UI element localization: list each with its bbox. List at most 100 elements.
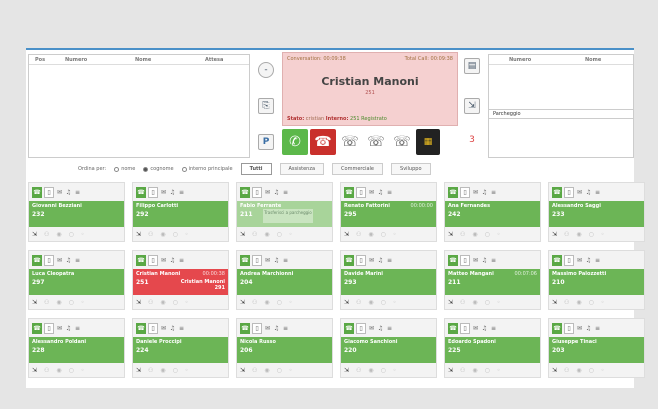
eye-icon[interactable]: ◉: [472, 231, 477, 238]
chat-icon[interactable]: ✉: [56, 255, 63, 266]
info-icon[interactable]: ◦: [289, 367, 293, 374]
chat-bubble-icon[interactable]: ○: [589, 299, 594, 306]
menu-icon[interactable]: ≡: [594, 187, 601, 198]
user-icon[interactable]: ⚇: [356, 231, 361, 238]
info-icon[interactable]: ◦: [393, 299, 397, 306]
redirect-button[interactable]: ⇲: [464, 98, 480, 114]
order-cognome[interactable]: cognome: [143, 166, 174, 172]
transfer-card-icon[interactable]: ⇲: [32, 367, 37, 374]
eye-icon[interactable]: ◉: [56, 367, 61, 374]
headset-icon[interactable]: ♫: [65, 323, 72, 334]
user-icon[interactable]: ⚇: [148, 231, 153, 238]
answer-icon[interactable]: ✆: [282, 129, 308, 155]
extension-card[interactable]: ☎ ▯ ✉ ♫ ≡ Ana Fernandes 242 ⇲ ⚇ ◉ ○ ◦: [444, 182, 541, 242]
extension-card[interactable]: ☎ ▯ ✉ ♫ ≡ Fabio Ferrante 211 Trasferisci…: [236, 182, 333, 242]
tab-sviluppo[interactable]: Sviluppo: [391, 163, 431, 175]
eye-icon[interactable]: ◉: [576, 367, 581, 374]
transfer-card-icon[interactable]: ⇲: [552, 231, 557, 238]
user-icon[interactable]: ⚇: [564, 367, 569, 374]
transfer-card-icon[interactable]: ⇲: [240, 231, 245, 238]
menu-icon[interactable]: ≡: [386, 187, 393, 198]
info-icon[interactable]: ◦: [393, 231, 397, 238]
chat-icon[interactable]: ✉: [368, 323, 375, 334]
chat-icon[interactable]: ✉: [160, 323, 167, 334]
extension-card[interactable]: ☎ ▯ ✉ ♫ ≡ Giacomo Sanchioni 220 ⇲ ⚇ ◉ ○ …: [340, 318, 437, 378]
menu-icon[interactable]: ≡: [386, 323, 393, 334]
transfer-card-icon[interactable]: ⇲: [136, 367, 141, 374]
headset-icon[interactable]: ♫: [273, 323, 280, 334]
extension-card[interactable]: ☎ ▯ ✉ ♫ ≡ Filippo Carlotti 292 ⇲ ⚇ ◉ ○ ◦: [132, 182, 229, 242]
menu-icon[interactable]: ≡: [386, 255, 393, 266]
chat-icon[interactable]: ✉: [576, 187, 583, 198]
info-icon[interactable]: ◦: [601, 231, 605, 238]
eye-icon[interactable]: ◉: [472, 367, 477, 374]
conference-icon[interactable]: ☏: [364, 129, 388, 155]
chat-bubble-icon[interactable]: ○: [485, 299, 490, 306]
extension-card[interactable]: ☎ ▯ ✉ ♫ ≡ Renato Fattorini 295 00:00:00 …: [340, 182, 437, 242]
info-icon[interactable]: ◦: [81, 231, 85, 238]
extension-card[interactable]: ☎ ▯ ✉ ♫ ≡ Massimo Palozzetti 210 ⇲ ⚇ ◉ ○…: [548, 250, 645, 310]
user-icon[interactable]: ⚇: [252, 367, 257, 374]
info-icon[interactable]: ◦: [185, 231, 189, 238]
extension-card[interactable]: ☎ ▯ ✉ ♫ ≡ Daniele Proccipi 224 ⇲ ⚇ ◉ ○ ◦: [132, 318, 229, 378]
tab-tutti[interactable]: Tutti: [240, 163, 272, 175]
chat-icon[interactable]: ✉: [368, 187, 375, 198]
user-icon[interactable]: ⚇: [44, 299, 49, 306]
user-icon[interactable]: ⚇: [356, 299, 361, 306]
transfer-card-icon[interactable]: ⇲: [344, 367, 349, 374]
extension-card[interactable]: ☎ ▯ ✉ ♫ ≡ Andrea Marchionni 204 ⇲ ⚇ ◉ ○ …: [236, 250, 333, 310]
eye-icon[interactable]: ◉: [160, 231, 165, 238]
eye-icon[interactable]: ◉: [264, 231, 269, 238]
chat-icon[interactable]: ✉: [264, 187, 271, 198]
info-icon[interactable]: ◦: [289, 299, 293, 306]
chat-bubble-icon[interactable]: ○: [589, 367, 594, 374]
chat-icon[interactable]: ✉: [576, 255, 583, 266]
headset-icon[interactable]: ♫: [169, 187, 176, 198]
menu-icon[interactable]: ≡: [282, 255, 289, 266]
headset-icon[interactable]: ♫: [585, 255, 592, 266]
info-icon[interactable]: ◦: [185, 367, 189, 374]
headset-icon[interactable]: ♫: [481, 187, 488, 198]
info-icon[interactable]: ◦: [497, 299, 501, 306]
menu-icon[interactable]: ≡: [490, 187, 497, 198]
chat-icon[interactable]: ✉: [160, 255, 167, 266]
conference-3-button[interactable]: 3: [464, 132, 480, 148]
headset-icon[interactable]: ♫: [585, 323, 592, 334]
info-icon[interactable]: ◦: [81, 299, 85, 306]
chat-icon[interactable]: ✉: [368, 255, 375, 266]
tab-assistenza[interactable]: Assistenza: [279, 163, 325, 175]
chat-icon[interactable]: ✉: [472, 255, 479, 266]
headset-icon[interactable]: ♫: [481, 255, 488, 266]
user-icon[interactable]: ⚇: [252, 299, 257, 306]
menu-icon[interactable]: ≡: [178, 255, 185, 266]
extension-card[interactable]: ☎ ▯ ✉ ♫ ≡ Cristian Manoni 251 00:00:38 C…: [132, 250, 229, 310]
chat-icon[interactable]: ✉: [472, 323, 479, 334]
user-icon[interactable]: ⚇: [564, 299, 569, 306]
order-interno[interactable]: interno principale: [181, 166, 233, 172]
copy-button[interactable]: ⎘: [258, 98, 274, 114]
extension-card[interactable]: ☎ ▯ ✉ ♫ ≡ Davide Marini 293 ⇲ ⚇ ◉ ○ ◦: [340, 250, 437, 310]
extension-card[interactable]: ☎ ▯ ✉ ♫ ≡ Nicola Russo 206 ⇲ ⚇ ◉ ○ ◦: [236, 318, 333, 378]
eye-icon[interactable]: ◉: [56, 299, 61, 306]
menu-icon[interactable]: ≡: [594, 255, 601, 266]
chat-bubble-icon[interactable]: ○: [589, 231, 594, 238]
headset-icon[interactable]: ♫: [65, 187, 72, 198]
menu-icon[interactable]: ≡: [178, 187, 185, 198]
transfer-card-icon[interactable]: ⇲: [240, 367, 245, 374]
menu-icon[interactable]: ≡: [282, 187, 289, 198]
notes-button[interactable]: ▤: [464, 58, 480, 74]
headset-icon[interactable]: ♫: [377, 255, 384, 266]
eye-icon[interactable]: ◉: [368, 299, 373, 306]
keypad-icon[interactable]: ▦: [416, 129, 440, 155]
headset-icon[interactable]: ♫: [481, 323, 488, 334]
chat-icon[interactable]: ✉: [472, 187, 479, 198]
user-icon[interactable]: ⚇: [564, 231, 569, 238]
chat-icon[interactable]: ✉: [264, 255, 271, 266]
headset-icon[interactable]: ♫: [377, 323, 384, 334]
user-icon[interactable]: ⚇: [252, 231, 257, 238]
info-icon[interactable]: ◦: [185, 299, 189, 306]
chat-bubble-icon[interactable]: ○: [173, 299, 178, 306]
menu-icon[interactable]: ≡: [490, 323, 497, 334]
parking-button[interactable]: P: [258, 134, 274, 150]
transfer-to-parking-button[interactable]: Trasferisci a parcheggio: [263, 209, 313, 223]
